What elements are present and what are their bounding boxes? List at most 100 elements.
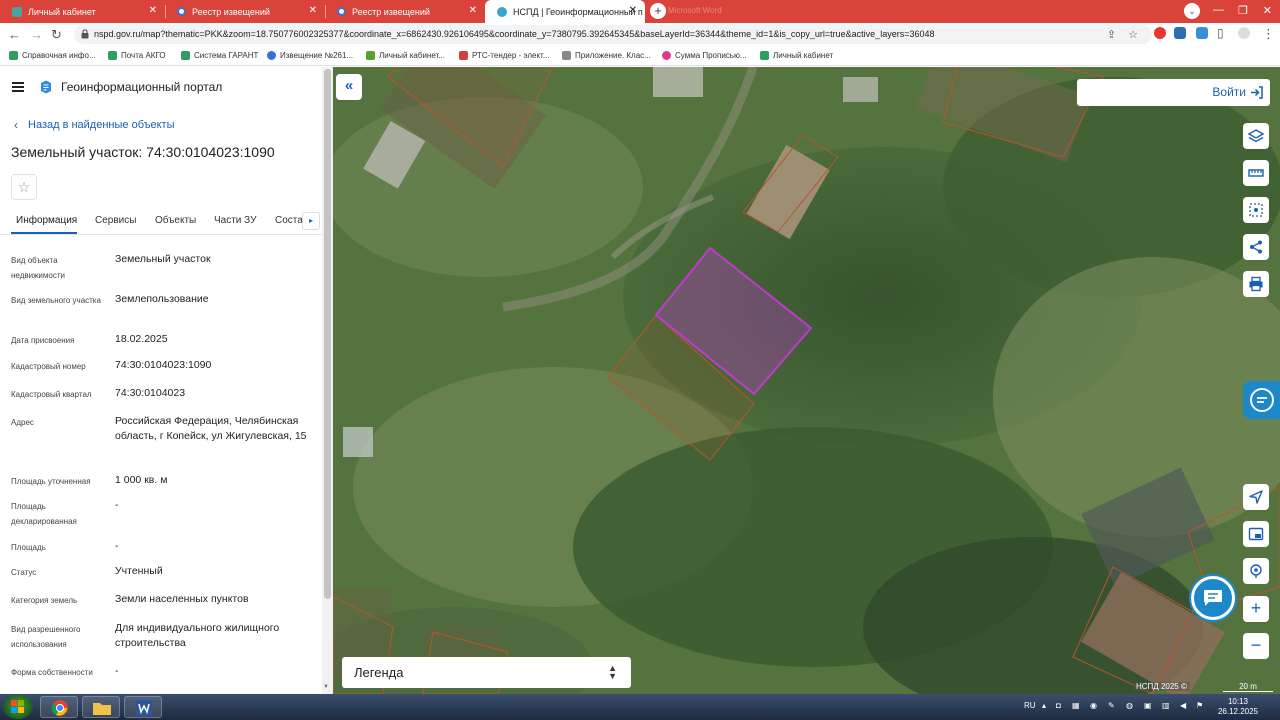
portal-title: Геоинформационный портал xyxy=(61,80,223,94)
hamburger-menu-icon[interactable] xyxy=(12,82,24,92)
favorite-star-button[interactable]: ☆ xyxy=(11,174,37,200)
tray-icon[interactable]: ▴ xyxy=(1042,701,1046,710)
tab-composition[interactable]: Соста xyxy=(275,215,303,226)
legend-label: Легенда xyxy=(354,665,404,680)
bookmark-item[interactable]: Почта АКГО xyxy=(108,51,166,60)
kebab-menu-icon[interactable]: ⋮ xyxy=(1262,26,1275,42)
back-arrow-icon[interactable]: ← xyxy=(8,27,21,42)
tray-icon[interactable]: ▣ xyxy=(1144,701,1152,710)
taskbar-chrome[interactable] xyxy=(40,696,78,718)
tab-search-icon[interactable]: ⌄ xyxy=(1184,3,1200,19)
address-bar[interactable]: nspd.gov.ru/map?thematic=PKK&zoom=18.750… xyxy=(74,25,1152,44)
chat-assistant-button[interactable] xyxy=(1191,576,1235,620)
select-area-button[interactable] xyxy=(1243,197,1269,223)
bookmark-item[interactable]: Сумма Прописью... xyxy=(662,51,747,60)
site-favicon-icon xyxy=(337,7,346,16)
zoom-out-button[interactable]: − xyxy=(1243,633,1269,659)
property-label: Кадастровый квартал xyxy=(11,390,92,399)
tab-objects[interactable]: Объекты xyxy=(155,215,196,226)
tray-icon[interactable]: ⚑ xyxy=(1196,701,1203,710)
browser-tab-2[interactable]: Реестр извещений ✕ xyxy=(165,0,325,23)
bookmark-item[interactable]: РТС-тендер - элект... xyxy=(459,51,549,60)
share-icon[interactable]: ⇪ xyxy=(1107,28,1116,41)
new-tab-button[interactable]: + xyxy=(650,3,666,19)
browser-tab-1[interactable]: Личный кабинет ✕ xyxy=(0,0,165,23)
layers-button[interactable] xyxy=(1243,123,1269,149)
property-value: Земли населенных пунктов xyxy=(115,593,249,605)
close-window-icon[interactable]: ✕ xyxy=(1263,4,1272,17)
bookmark-item[interactable]: Личный кабинет xyxy=(760,51,833,60)
print-button[interactable] xyxy=(1243,271,1269,297)
bookmark-item[interactable]: Личный кабинет... xyxy=(366,51,445,60)
tray-icon[interactable]: ▦ xyxy=(1072,701,1080,710)
system-clock[interactable]: 10:13 26.12.2025 xyxy=(1218,697,1258,717)
scroll-down-icon[interactable]: ▼ xyxy=(323,684,329,690)
browser-tab-title: Реестр извещений xyxy=(192,6,270,17)
browser-tab-3[interactable]: Реестр извещений ✕ xyxy=(325,0,485,23)
bookmark-item[interactable]: Система ГАРАНТ xyxy=(181,51,258,60)
browser-tab-4-active[interactable]: НСПД | Геоинформационный п ✕ xyxy=(485,0,645,23)
maximize-icon[interactable]: ❐ xyxy=(1238,4,1248,17)
share-button[interactable] xyxy=(1243,234,1269,260)
property-value: 18.02.2025 xyxy=(115,333,168,345)
tray-icon[interactable]: ◉ xyxy=(1090,701,1097,710)
satellite-map[interactable]: « Войти + − Легенда ▲ ▼ НСПД 2025 © 20 m xyxy=(333,67,1280,694)
bookmark-favicon-icon xyxy=(9,51,18,60)
tabs-scroll-right-icon[interactable]: ▸ xyxy=(302,212,320,230)
zoom-in-button[interactable]: + xyxy=(1243,596,1269,622)
bookmark-item[interactable]: Приложение. Клас... xyxy=(562,51,651,60)
close-tab-icon[interactable]: ✕ xyxy=(469,5,477,16)
site-favicon-icon xyxy=(177,7,186,16)
tray-icon[interactable]: ✎ xyxy=(1108,701,1115,710)
close-tab-icon[interactable]: ✕ xyxy=(149,5,157,16)
cadastral-parcel[interactable] xyxy=(387,67,563,168)
property-label: Кадастровый номер xyxy=(11,362,86,371)
close-tab-icon[interactable]: ✕ xyxy=(309,5,317,16)
bookmark-favicon-icon xyxy=(108,51,117,60)
tab-information[interactable]: Информация xyxy=(16,215,77,226)
back-to-results-link[interactable]: ‹ Назад в найденные объекты xyxy=(14,118,175,132)
start-button[interactable] xyxy=(3,695,33,719)
location-search-button[interactable] xyxy=(1243,558,1269,584)
share-icon xyxy=(1250,240,1262,254)
tab-parts[interactable]: Части ЗУ xyxy=(214,215,256,226)
word-icon xyxy=(136,700,152,716)
profile-avatar-icon[interactable] xyxy=(1238,27,1250,39)
collapse-panel-button[interactable]: « xyxy=(336,74,362,100)
cadastral-parcel[interactable] xyxy=(742,134,839,233)
tab-services[interactable]: Сервисы xyxy=(95,215,136,226)
url-text: nspd.gov.ru/map?thematic=PKK&zoom=18.750… xyxy=(94,29,935,39)
cadastral-parcel[interactable] xyxy=(1072,566,1194,694)
network-icon[interactable]: ▥ xyxy=(1162,701,1170,710)
bookmark-item[interactable]: Извещение №261... xyxy=(267,51,353,60)
tray-icon[interactable]: ◘ xyxy=(1056,701,1061,710)
login-button[interactable]: Войти xyxy=(1077,79,1270,106)
forward-arrow-icon[interactable]: → xyxy=(30,27,43,42)
extension-icon[interactable] xyxy=(1174,27,1186,39)
taskbar-word[interactable] xyxy=(124,696,162,718)
windows-logo-icon xyxy=(11,700,24,713)
volume-icon[interactable]: ◀ xyxy=(1180,701,1186,710)
legend-dropdown[interactable]: Легенда ▲ ▼ xyxy=(342,657,631,688)
taskbar-explorer[interactable] xyxy=(82,696,120,718)
bookmark-item[interactable]: Справочная инфо... xyxy=(9,51,96,60)
minimap-button[interactable] xyxy=(1243,521,1269,547)
extension-icon[interactable] xyxy=(1196,27,1208,39)
geolocation-button[interactable] xyxy=(1243,484,1269,510)
bookmark-star-icon[interactable]: ☆ xyxy=(1128,28,1138,41)
language-indicator[interactable]: RU xyxy=(1024,701,1036,710)
reload-icon[interactable]: ↻ xyxy=(51,27,62,43)
measure-button[interactable] xyxy=(1243,160,1269,186)
yandex-extension-icon[interactable] xyxy=(1154,27,1166,39)
tray-icon[interactable]: ◍ xyxy=(1126,701,1133,710)
panel-scrollbar[interactable]: ▼ xyxy=(322,67,333,694)
object-info-panel: Геоинформационный портал ‹ Назад в найде… xyxy=(0,67,333,694)
property-value: 74:30:0104023 xyxy=(115,387,186,399)
side-panel-icon[interactable]: ▯ xyxy=(1217,26,1224,40)
scrollbar-thumb[interactable] xyxy=(324,69,331,599)
bookmark-favicon-icon xyxy=(562,51,571,60)
minimize-icon[interactable]: — xyxy=(1213,4,1224,16)
info-tabs: Информация Сервисы Объекты Части ЗУ Сост… xyxy=(0,209,322,235)
close-tab-icon[interactable]: ✕ xyxy=(629,5,637,16)
feedback-button[interactable] xyxy=(1243,381,1280,419)
